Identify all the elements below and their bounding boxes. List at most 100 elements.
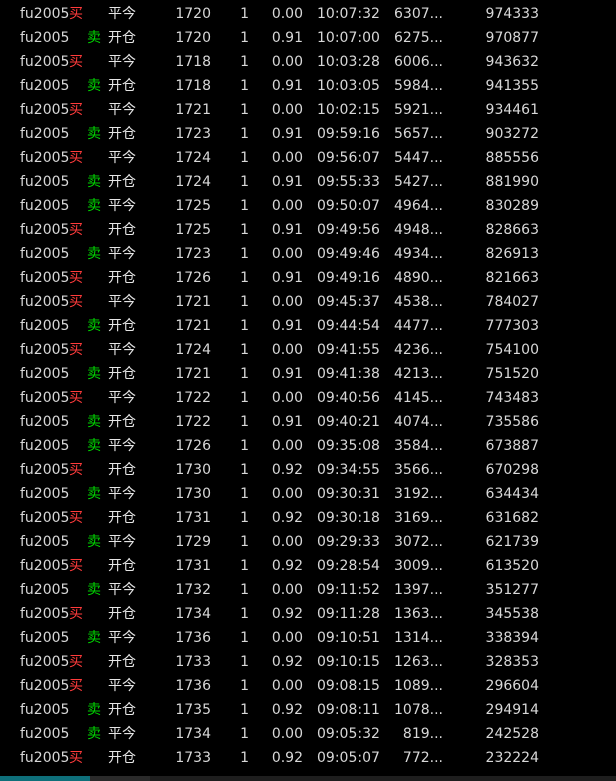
table-row[interactable]: fu2005 买 开仓 1730 1 0.92 09:34:55 3566... 670298	[0, 458, 616, 482]
cumulative-total: 828663	[485, 222, 539, 238]
trade-time: 09:08:15	[317, 678, 380, 694]
trade-price: 1723	[175, 126, 211, 142]
table-row[interactable]: fu2005 卖开仓 1724 1 0.91 09:55:33 5427... 881990	[0, 170, 616, 194]
trade-side: 买	[69, 294, 83, 310]
table-row[interactable]: fu2005 卖平今 1725 1 0.00 09:50:07 4964... 830289	[0, 194, 616, 218]
trade-volume: 1	[240, 390, 249, 406]
table-row[interactable]: fu2005 买 平今 1721 1 0.00 10:02:15 5921... 934461	[0, 98, 616, 122]
trade-volume: 1	[240, 150, 249, 166]
table-row[interactable]: fu2005 卖开仓 1722 1 0.91 09:40:21 4074... 735586	[0, 410, 616, 434]
table-row[interactable]: fu2005 卖平今 1726 1 0.00 09:35:08 3584... 673887	[0, 434, 616, 458]
trade-side: 买	[69, 102, 83, 118]
open-interest: 772...	[402, 750, 443, 766]
status-bar-segment[interactable]	[90, 776, 150, 781]
trade-action: 平今	[108, 678, 136, 694]
table-row[interactable]: fu2005 卖开仓 1721 1 0.91 09:41:38 4213... 751520	[0, 362, 616, 386]
contract-code: fu2005	[20, 582, 70, 598]
table-row[interactable]: fu2005 买 开仓 1733 1 0.92 09:05:07 772... 232224	[0, 746, 616, 770]
trade-side: 买	[69, 750, 83, 766]
table-row[interactable]: fu2005 卖开仓 1723 1 0.91 09:59:16 5657... 903272	[0, 122, 616, 146]
contract-code: fu2005	[20, 654, 70, 670]
table-row[interactable]: fu2005 买 开仓 1731 1 0.92 09:30:18 3169... 631682	[0, 506, 616, 530]
trade-action: 平今	[108, 294, 136, 310]
table-row[interactable]: fu2005 买 平今 1720 1 0.00 10:07:32 6307... 974333	[0, 2, 616, 26]
contract-code: fu2005	[20, 342, 70, 358]
trade-action: 开仓	[108, 30, 136, 46]
trade-volume: 1	[240, 486, 249, 502]
contract-code: fu2005	[20, 438, 70, 454]
open-interest: 4236...	[394, 342, 443, 358]
trade-volume: 1	[240, 30, 249, 46]
trade-rate: 0.00	[271, 486, 303, 502]
trade-side: 买	[69, 606, 83, 622]
cumulative-total: 621739	[485, 534, 539, 550]
trade-volume: 1	[240, 558, 249, 574]
table-row[interactable]: fu2005 买 平今 1724 1 0.00 09:56:07 5447... 885556	[0, 146, 616, 170]
trade-action: 开仓	[108, 174, 136, 190]
trade-action: 开仓	[108, 558, 136, 574]
trade-rate: 0.92	[271, 654, 303, 670]
cumulative-total: 735586	[485, 414, 539, 430]
table-row[interactable]: fu2005 买 平今 1724 1 0.00 09:41:55 4236... 754100	[0, 338, 616, 362]
status-bar-active-segment[interactable]	[0, 776, 90, 781]
trade-action: 开仓	[108, 318, 136, 334]
open-interest: 6275...	[394, 30, 443, 46]
table-row[interactable]: fu2005 卖开仓 1721 1 0.91 09:44:54 4477... 777303	[0, 314, 616, 338]
trade-action: 开仓	[108, 750, 136, 766]
table-row[interactable]: fu2005 买 平今 1721 1 0.00 09:45:37 4538... 784027	[0, 290, 616, 314]
contract-code: fu2005	[20, 30, 70, 46]
table-row[interactable]: fu2005 卖平今 1736 1 0.00 09:10:51 1314... 338394	[0, 626, 616, 650]
table-row[interactable]: fu2005 买 开仓 1733 1 0.92 09:10:15 1263... 328353	[0, 650, 616, 674]
trade-side: 卖	[87, 486, 101, 502]
table-row[interactable]: fu2005 卖平今 1734 1 0.00 09:05:32 819... 242528	[0, 722, 616, 746]
table-row[interactable]: fu2005 卖开仓 1735 1 0.92 09:08:11 1078... 294914	[0, 698, 616, 722]
table-row[interactable]: fu2005 买 平今 1722 1 0.00 09:40:56 4145... 743483	[0, 386, 616, 410]
trade-rate: 0.00	[271, 582, 303, 598]
trade-price: 1724	[175, 150, 211, 166]
cumulative-total: 751520	[485, 366, 539, 382]
trade-rate: 0.91	[271, 222, 303, 238]
trade-rate: 0.91	[271, 366, 303, 382]
trade-rate: 0.00	[271, 390, 303, 406]
trade-time: 10:02:15	[317, 102, 380, 118]
trade-time: 09:50:07	[317, 198, 380, 214]
contract-code: fu2005	[20, 750, 70, 766]
contract-code: fu2005	[20, 270, 70, 286]
contract-code: fu2005	[20, 126, 70, 142]
trade-side: 卖	[87, 582, 101, 598]
trade-price: 1736	[175, 630, 211, 646]
open-interest: 4213...	[394, 366, 443, 382]
table-row[interactable]: fu2005 卖平今 1730 1 0.00 09:30:31 3192... 634434	[0, 482, 616, 506]
table-row[interactable]: fu2005 买 开仓 1734 1 0.92 09:11:28 1363... 345538	[0, 602, 616, 626]
cumulative-total: 232224	[485, 750, 539, 766]
trade-price: 1731	[175, 558, 211, 574]
cumulative-total: 903272	[485, 126, 539, 142]
contract-code: fu2005	[20, 102, 70, 118]
table-row[interactable]: fu2005 买 平今 1736 1 0.00 09:08:15 1089... 296604	[0, 674, 616, 698]
trade-side: 买	[69, 6, 83, 22]
trade-rate: 0.00	[271, 54, 303, 70]
trade-rate: 0.91	[271, 174, 303, 190]
trade-rate: 0.92	[271, 558, 303, 574]
trade-price: 1726	[175, 270, 211, 286]
trade-price: 1721	[175, 294, 211, 310]
trade-rate: 0.00	[271, 438, 303, 454]
table-row[interactable]: fu2005 买 开仓 1726 1 0.91 09:49:16 4890... 821663	[0, 266, 616, 290]
table-row[interactable]: fu2005 买 开仓 1725 1 0.91 09:49:56 4948... 828663	[0, 218, 616, 242]
trade-side: 买	[69, 342, 83, 358]
contract-code: fu2005	[20, 174, 70, 190]
trade-time: 10:03:05	[317, 78, 380, 94]
contract-code: fu2005	[20, 630, 70, 646]
table-row[interactable]: fu2005 卖开仓 1718 1 0.91 10:03:05 5984... 941355	[0, 74, 616, 98]
table-row[interactable]: fu2005 卖平今 1732 1 0.00 09:11:52 1397... 351277	[0, 578, 616, 602]
trade-side: 卖	[87, 726, 101, 742]
table-row[interactable]: fu2005 买 平今 1718 1 0.00 10:03:28 6006... 943632	[0, 50, 616, 74]
table-row[interactable]: fu2005 卖开仓 1720 1 0.91 10:07:00 6275... 970877	[0, 26, 616, 50]
trade-side: 买	[69, 390, 83, 406]
trade-action: 开仓	[108, 366, 136, 382]
contract-code: fu2005	[20, 150, 70, 166]
table-row[interactable]: fu2005 卖平今 1723 1 0.00 09:49:46 4934... 826913	[0, 242, 616, 266]
table-row[interactable]: fu2005 买 开仓 1731 1 0.92 09:28:54 3009... 613520	[0, 554, 616, 578]
table-row[interactable]: fu2005 卖平今 1729 1 0.00 09:29:33 3072... 621739	[0, 530, 616, 554]
open-interest: 4477...	[394, 318, 443, 334]
